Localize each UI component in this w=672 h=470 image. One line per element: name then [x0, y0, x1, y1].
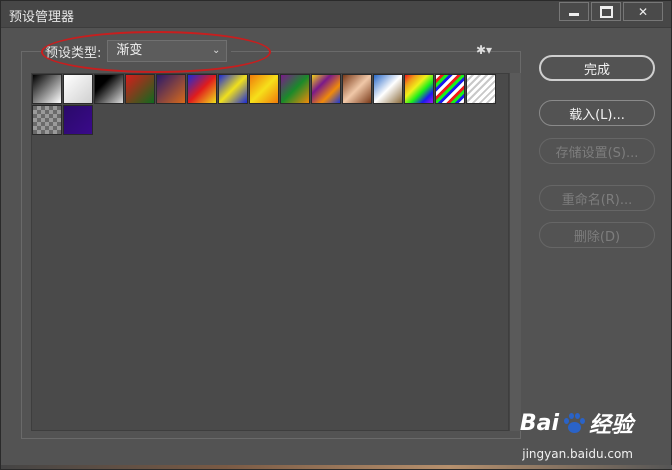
- save-settings-button[interactable]: 存储设置(S)...: [539, 138, 655, 164]
- gradient-swatch-chrome[interactable]: [373, 74, 403, 104]
- gradient-swatch-neutral-density[interactable]: [32, 105, 62, 135]
- gradient-swatch-black-transparent[interactable]: [94, 74, 124, 104]
- gradient-swatch-spectrum[interactable]: [404, 74, 434, 104]
- paw-icon: [562, 412, 586, 434]
- minimize-icon: [569, 13, 579, 16]
- window-controls: ✕: [557, 2, 663, 21]
- gradient-swatch-black-white[interactable]: [32, 74, 62, 104]
- load-button[interactable]: 载入(L)...: [539, 100, 655, 126]
- swatch-grid: [32, 74, 502, 136]
- preset-manager-window: 预设管理器 ✕ 预设类型: 渐变 ⌄ ✱▾ 完成 载入(L)... 存储设置(S…: [0, 0, 672, 470]
- watermark-url: jingyan.baidu.com: [522, 447, 633, 461]
- gradient-swatch-red-green[interactable]: [125, 74, 155, 104]
- gradient-swatch-orange-yellow-orange[interactable]: [249, 74, 279, 104]
- gradient-swatch-violet-orange[interactable]: [156, 74, 186, 104]
- rename-button[interactable]: 重命名(R)...: [539, 185, 655, 211]
- gradient-swatch-transparent-stripes[interactable]: [466, 74, 496, 104]
- vertical-scrollbar[interactable]: [509, 73, 521, 431]
- delete-button[interactable]: 删除(D): [539, 222, 655, 248]
- watermark-brand-b: 经验: [588, 413, 633, 438]
- gradient-swatch-transparent-rainbow[interactable]: [435, 74, 465, 104]
- gradient-swatch-violet-green-orange[interactable]: [280, 74, 310, 104]
- gradient-swatch-yellow-violet-orange-blue[interactable]: [311, 74, 341, 104]
- gradient-swatch-blue-yellow-blue[interactable]: [218, 74, 248, 104]
- gradient-swatch-copper[interactable]: [342, 74, 372, 104]
- watermark-brand-a: Bai: [519, 410, 559, 436]
- taskbar-strip: [1, 465, 672, 469]
- maximize-button[interactable]: [591, 2, 621, 21]
- close-icon: ✕: [637, 4, 649, 19]
- gradient-swatch-purple-custom[interactable]: [63, 105, 93, 135]
- baidu-watermark: Bai 经验: [520, 407, 633, 439]
- done-button[interactable]: 完成: [539, 55, 655, 81]
- window-title: 预设管理器: [9, 10, 75, 25]
- close-button[interactable]: ✕: [623, 2, 663, 21]
- highlight-ellipse: [41, 31, 271, 73]
- gradient-swatch-blue-red-yellow[interactable]: [187, 74, 217, 104]
- title-bar[interactable]: 预设管理器 ✕: [1, 1, 671, 28]
- minimize-button[interactable]: [559, 2, 589, 21]
- gear-icon[interactable]: ✱▾: [476, 43, 492, 57]
- maximize-icon: [599, 5, 613, 18]
- gradient-swatch-white-transparent[interactable]: [63, 74, 93, 104]
